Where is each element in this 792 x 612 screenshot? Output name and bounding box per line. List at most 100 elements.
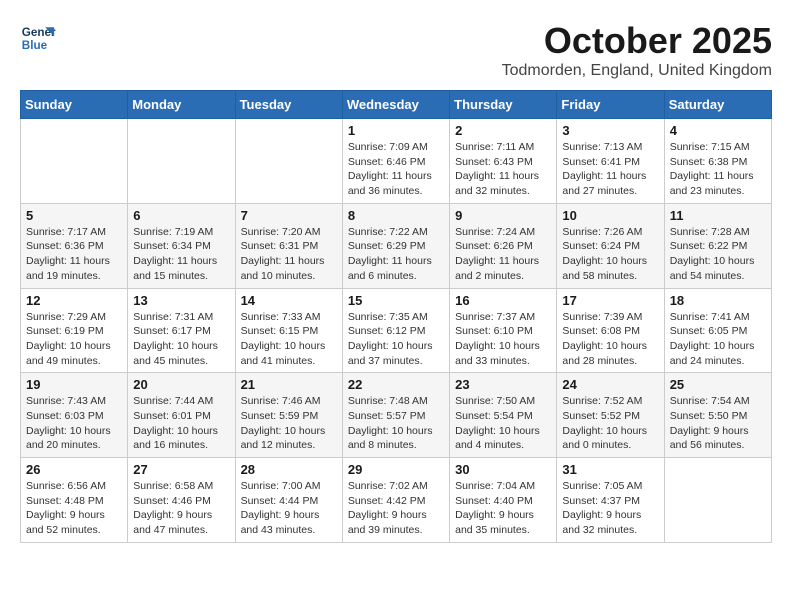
day-info: Sunrise: 7:13 AM Sunset: 6:41 PM Dayligh…: [562, 140, 658, 199]
day-number: 18: [670, 293, 766, 308]
day-info: Sunrise: 7:29 AM Sunset: 6:19 PM Dayligh…: [26, 310, 122, 369]
month-title: October 2025: [502, 20, 772, 62]
day-info: Sunrise: 7:46 AM Sunset: 5:59 PM Dayligh…: [241, 394, 337, 453]
day-info: Sunrise: 7:17 AM Sunset: 6:36 PM Dayligh…: [26, 225, 122, 284]
day-number: 26: [26, 462, 122, 477]
day-number: 30: [455, 462, 551, 477]
day-info: Sunrise: 7:05 AM Sunset: 4:37 PM Dayligh…: [562, 479, 658, 538]
calendar-week-row: 1 Sunrise: 7:09 AM Sunset: 6:46 PM Daylig…: [21, 119, 772, 204]
day-number: 21: [241, 377, 337, 392]
weekday-header: Tuesday: [235, 91, 342, 119]
weekday-header: Friday: [557, 91, 664, 119]
calendar-day-cell: 18 Sunrise: 7:41 AM Sunset: 6:05 PM Dayli…: [664, 288, 771, 373]
day-info: Sunrise: 7:50 AM Sunset: 5:54 PM Dayligh…: [455, 394, 551, 453]
calendar-day-cell: 15 Sunrise: 7:35 AM Sunset: 6:12 PM Dayli…: [342, 288, 449, 373]
calendar-day-cell: [128, 119, 235, 204]
calendar-header-row: SundayMondayTuesdayWednesdayThursdayFrid…: [21, 91, 772, 119]
day-info: Sunrise: 6:56 AM Sunset: 4:48 PM Dayligh…: [26, 479, 122, 538]
calendar-day-cell: [664, 458, 771, 543]
calendar-week-row: 19 Sunrise: 7:43 AM Sunset: 6:03 PM Dayli…: [21, 373, 772, 458]
calendar-day-cell: 3 Sunrise: 7:13 AM Sunset: 6:41 PM Daylig…: [557, 119, 664, 204]
calendar-day-cell: 23Sunrise: 7:50 AM Sunset: 5:54 PM Dayli…: [450, 373, 557, 458]
calendar-day-cell: 8Sunrise: 7:22 AM Sunset: 6:29 PM Daylig…: [342, 203, 449, 288]
day-number: 28: [241, 462, 337, 477]
day-info: Sunrise: 7:35 AM Sunset: 6:12 PM Dayligh…: [348, 310, 444, 369]
calendar-day-cell: 19 Sunrise: 7:43 AM Sunset: 6:03 PM Dayli…: [21, 373, 128, 458]
calendar-day-cell: 7Sunrise: 7:20 AM Sunset: 6:31 PM Daylig…: [235, 203, 342, 288]
day-number: 19: [26, 377, 122, 392]
day-number: 8: [348, 208, 444, 223]
day-number: 31: [562, 462, 658, 477]
calendar-day-cell: 25 Sunrise: 7:54 AM Sunset: 5:50 PM Dayli…: [664, 373, 771, 458]
calendar-day-cell: 20Sunrise: 7:44 AM Sunset: 6:01 PM Dayli…: [128, 373, 235, 458]
calendar-day-cell: [235, 119, 342, 204]
calendar-day-cell: 26 Sunrise: 6:56 AM Sunset: 4:48 PM Dayli…: [21, 458, 128, 543]
day-info: Sunrise: 7:15 AM Sunset: 6:38 PM Dayligh…: [670, 140, 766, 199]
day-number: 10: [562, 208, 658, 223]
weekday-header: Saturday: [664, 91, 771, 119]
day-number: 3: [562, 123, 658, 138]
calendar-day-cell: 9 Sunrise: 7:24 AM Sunset: 6:26 PM Daylig…: [450, 203, 557, 288]
calendar-week-row: 26 Sunrise: 6:56 AM Sunset: 4:48 PM Dayli…: [21, 458, 772, 543]
day-info: Sunrise: 7:52 AM Sunset: 5:52 PM Dayligh…: [562, 394, 658, 453]
calendar-day-cell: 17 Sunrise: 7:39 AM Sunset: 6:08 PM Dayli…: [557, 288, 664, 373]
calendar-day-cell: 14 Sunrise: 7:33 AM Sunset: 6:15 PM Dayli…: [235, 288, 342, 373]
calendar-day-cell: 30 Sunrise: 7:04 AM Sunset: 4:40 PM Dayli…: [450, 458, 557, 543]
day-info: Sunrise: 7:54 AM Sunset: 5:50 PM Dayligh…: [670, 394, 766, 453]
calendar-day-cell: 10 Sunrise: 7:26 AM Sunset: 6:24 PM Dayli…: [557, 203, 664, 288]
day-info: Sunrise: 7:31 AM Sunset: 6:17 PM Dayligh…: [133, 310, 229, 369]
calendar-day-cell: 11Sunrise: 7:28 AM Sunset: 6:22 PM Dayli…: [664, 203, 771, 288]
day-number: 29: [348, 462, 444, 477]
calendar-week-row: 12 Sunrise: 7:29 AM Sunset: 6:19 PM Dayli…: [21, 288, 772, 373]
logo: General Blue: [20, 20, 56, 56]
day-info: Sunrise: 7:11 AM Sunset: 6:43 PM Dayligh…: [455, 140, 551, 199]
day-number: 2: [455, 123, 551, 138]
day-info: Sunrise: 7:24 AM Sunset: 6:26 PM Dayligh…: [455, 225, 551, 284]
day-info: Sunrise: 7:04 AM Sunset: 4:40 PM Dayligh…: [455, 479, 551, 538]
day-number: 14: [241, 293, 337, 308]
day-info: Sunrise: 7:43 AM Sunset: 6:03 PM Dayligh…: [26, 394, 122, 453]
day-number: 22: [348, 377, 444, 392]
calendar-day-cell: 21 Sunrise: 7:46 AM Sunset: 5:59 PM Dayli…: [235, 373, 342, 458]
calendar-day-cell: 1 Sunrise: 7:09 AM Sunset: 6:46 PM Daylig…: [342, 119, 449, 204]
calendar-day-cell: 2 Sunrise: 7:11 AM Sunset: 6:43 PM Daylig…: [450, 119, 557, 204]
calendar-day-cell: 29 Sunrise: 7:02 AM Sunset: 4:42 PM Dayli…: [342, 458, 449, 543]
calendar-day-cell: 13 Sunrise: 7:31 AM Sunset: 6:17 PM Dayli…: [128, 288, 235, 373]
day-number: 4: [670, 123, 766, 138]
day-number: 17: [562, 293, 658, 308]
logo-icon: General Blue: [20, 20, 56, 56]
weekday-header: Monday: [128, 91, 235, 119]
calendar-week-row: 5 Sunrise: 7:17 AM Sunset: 6:36 PM Daylig…: [21, 203, 772, 288]
day-number: 9: [455, 208, 551, 223]
day-number: 16: [455, 293, 551, 308]
weekday-header: Wednesday: [342, 91, 449, 119]
day-number: 7: [241, 208, 337, 223]
day-info: Sunrise: 7:41 AM Sunset: 6:05 PM Dayligh…: [670, 310, 766, 369]
svg-text:Blue: Blue: [22, 39, 48, 52]
day-info: Sunrise: 7:39 AM Sunset: 6:08 PM Dayligh…: [562, 310, 658, 369]
day-number: 24: [562, 377, 658, 392]
calendar-day-cell: 24 Sunrise: 7:52 AM Sunset: 5:52 PM Dayli…: [557, 373, 664, 458]
day-number: 13: [133, 293, 229, 308]
calendar-day-cell: 31 Sunrise: 7:05 AM Sunset: 4:37 PM Dayli…: [557, 458, 664, 543]
day-number: 25: [670, 377, 766, 392]
calendar-day-cell: 12 Sunrise: 7:29 AM Sunset: 6:19 PM Dayli…: [21, 288, 128, 373]
day-info: Sunrise: 7:26 AM Sunset: 6:24 PM Dayligh…: [562, 225, 658, 284]
day-number: 12: [26, 293, 122, 308]
day-number: 6: [133, 208, 229, 223]
day-number: 15: [348, 293, 444, 308]
day-number: 1: [348, 123, 444, 138]
calendar-day-cell: 6Sunrise: 7:19 AM Sunset: 6:34 PM Daylig…: [128, 203, 235, 288]
day-number: 27: [133, 462, 229, 477]
day-info: Sunrise: 7:02 AM Sunset: 4:42 PM Dayligh…: [348, 479, 444, 538]
day-info: Sunrise: 7:09 AM Sunset: 6:46 PM Dayligh…: [348, 140, 444, 199]
day-info: Sunrise: 7:28 AM Sunset: 6:22 PM Dayligh…: [670, 225, 766, 284]
day-info: Sunrise: 6:58 AM Sunset: 4:46 PM Dayligh…: [133, 479, 229, 538]
location-subtitle: Todmorden, England, United Kingdom: [502, 62, 772, 80]
day-info: Sunrise: 7:00 AM Sunset: 4:44 PM Dayligh…: [241, 479, 337, 538]
weekday-header: Sunday: [21, 91, 128, 119]
calendar-day-cell: 16Sunrise: 7:37 AM Sunset: 6:10 PM Dayli…: [450, 288, 557, 373]
calendar-day-cell: 27 Sunrise: 6:58 AM Sunset: 4:46 PM Dayli…: [128, 458, 235, 543]
day-info: Sunrise: 7:33 AM Sunset: 6:15 PM Dayligh…: [241, 310, 337, 369]
day-number: 5: [26, 208, 122, 223]
